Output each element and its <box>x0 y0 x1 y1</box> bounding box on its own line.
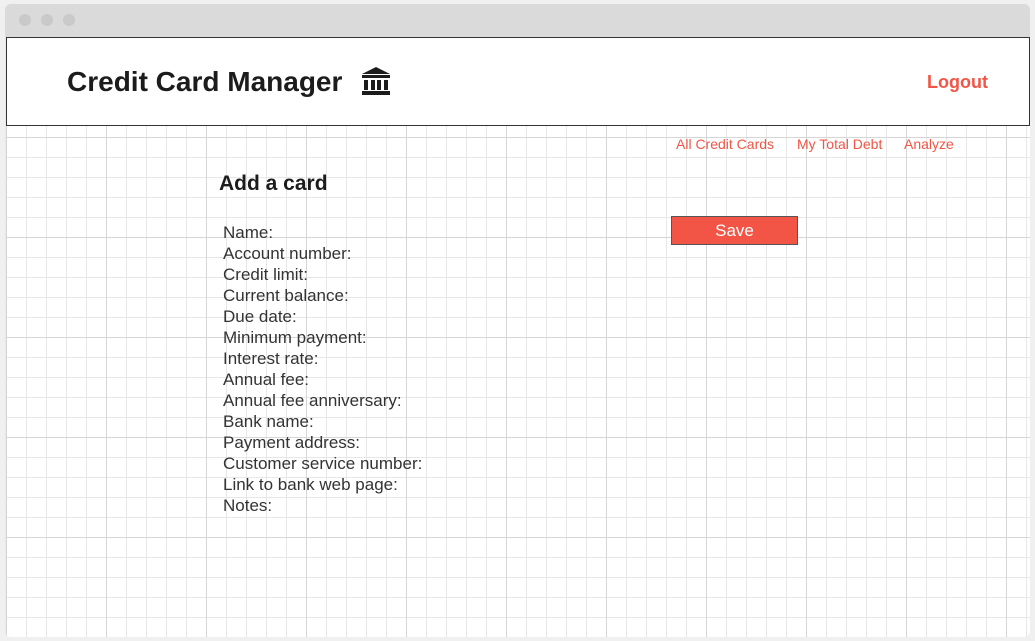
field-label-due-date: Due date: <box>223 307 297 326</box>
field-label-annual-fee-anniversary: Annual fee anniversary: <box>223 391 402 410</box>
nav-analyze[interactable]: Analyze <box>904 136 954 152</box>
field-label-notes: Notes: <box>223 496 273 515</box>
window-maximize-dot[interactable] <box>63 14 75 26</box>
field-label-interest-rate: Interest rate: <box>223 349 319 368</box>
nav-my-total-debt[interactable]: My Total Debt <box>797 136 882 152</box>
bank-icon <box>362 67 390 95</box>
field-label-bank-name: Bank name: <box>223 412 314 431</box>
form-title: Add a card <box>219 172 328 195</box>
save-button[interactable]: Save <box>671 216 798 245</box>
app-title: Credit Card Manager <box>67 66 343 97</box>
field-label-minimum-payment: Minimum payment: <box>223 328 367 347</box>
window-minimize-dot[interactable] <box>41 14 53 26</box>
field-label-annual-fee: Annual fee: <box>223 370 310 389</box>
window-titlebar <box>5 4 1030 37</box>
field-label-name: Name: <box>223 223 274 242</box>
field-label-account-number: Account number: <box>223 244 352 263</box>
nav-all-credit-cards[interactable]: All Credit Cards <box>676 136 774 152</box>
field-label-customer-service-number: Customer service number: <box>223 454 423 473</box>
field-label-bank-link: Link to bank web page: <box>223 475 398 494</box>
field-label-payment-address: Payment address: <box>223 433 361 452</box>
browser-window: Credit Card Manager Logout All Credit Ca… <box>5 4 1030 637</box>
field-label-current-balance: Current balance: <box>223 286 349 305</box>
card-field-list: Name: Account number: Credit limit: Curr… <box>223 222 422 516</box>
logout-link[interactable]: Logout <box>927 72 988 93</box>
field-label-credit-limit: Credit limit: <box>223 265 309 284</box>
window-close-dot[interactable] <box>19 14 31 26</box>
app-header: Credit Card Manager Logout <box>6 37 1030 126</box>
page-content: Credit Card Manager Logout All Credit Ca… <box>6 37 1030 637</box>
